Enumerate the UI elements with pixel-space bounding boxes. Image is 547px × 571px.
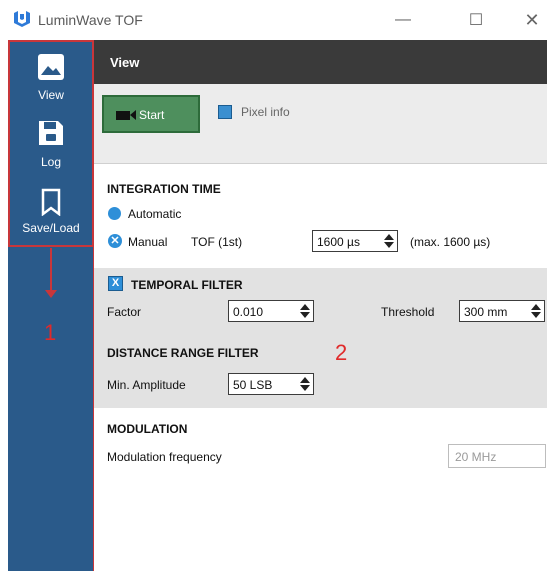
tof-label: TOF (1st)	[191, 235, 243, 249]
spin-arrows-icon[interactable]	[299, 376, 311, 392]
modulation-frequency-label: Modulation frequency	[107, 450, 222, 464]
pixel-info-checkbox[interactable]	[218, 105, 232, 119]
integration-time-title: INTEGRATION TIME	[107, 182, 221, 196]
main-header: View	[94, 40, 547, 84]
threshold-value: 300 mm	[464, 305, 508, 319]
close-icon: ✕	[524, 9, 540, 30]
spin-arrows-icon[interactable]	[530, 303, 542, 319]
threshold-label: Threshold	[381, 305, 435, 319]
annotation-arrow-head	[45, 290, 57, 298]
nav-highlight-box	[8, 40, 94, 247]
temporal-filter-checkbox[interactable]: X	[108, 276, 123, 291]
window-title: LuminWave TOF	[38, 12, 143, 28]
maximize-button[interactable]: ☐	[461, 8, 491, 32]
factor-spinbox[interactable]: 0.010	[228, 300, 314, 322]
minimize-button[interactable]: —	[388, 8, 418, 32]
annotation-1: 1	[44, 320, 57, 345]
threshold-spinbox[interactable]: 300 mm	[459, 300, 545, 322]
tof-max-label: (max. 1600 µs)	[410, 235, 491, 249]
title-bar: LuminWave TOF — ☐ ✕	[0, 0, 547, 40]
automatic-label: Automatic	[128, 207, 182, 221]
min-amplitude-label: Min. Amplitude	[107, 378, 186, 392]
min-amplitude-value: 50 LSB	[233, 378, 273, 392]
tof-value: 1600 µs	[317, 235, 360, 249]
automatic-radio[interactable]	[108, 207, 121, 220]
factor-label: Factor	[107, 305, 142, 319]
page-title: View	[110, 55, 140, 70]
close-button[interactable]: ✕	[517, 8, 547, 32]
spin-arrows-icon[interactable]	[383, 233, 395, 249]
temporal-filter-title: TEMPORAL FILTER	[131, 278, 243, 292]
manual-radio[interactable]: ✕	[108, 234, 122, 248]
maximize-icon: ☐	[468, 12, 484, 29]
modulation-frequency-field[interactable]: 20 MHz	[448, 444, 546, 468]
factor-value: 0.010	[233, 305, 264, 319]
pixel-info-label: Pixel info	[241, 105, 290, 119]
manual-label: Manual	[128, 235, 168, 249]
minimize-icon: —	[395, 11, 411, 28]
annotation-2: 2	[335, 340, 348, 365]
annotation-arrow	[50, 248, 52, 292]
start-button-label: Start	[139, 108, 165, 122]
main-left-border	[93, 40, 94, 571]
spin-arrows-icon[interactable]	[299, 303, 311, 319]
tof-spinbox[interactable]: 1600 µs	[312, 230, 398, 252]
camera-lens-icon	[130, 110, 136, 120]
distance-range-filter-title: DISTANCE RANGE FILTER	[107, 346, 259, 360]
start-button[interactable]: Start	[102, 95, 200, 133]
min-amplitude-spinbox[interactable]: 50 LSB	[228, 373, 314, 395]
camera-icon	[116, 111, 130, 120]
app-logo-icon	[14, 11, 30, 27]
modulation-title: MODULATION	[107, 422, 188, 436]
